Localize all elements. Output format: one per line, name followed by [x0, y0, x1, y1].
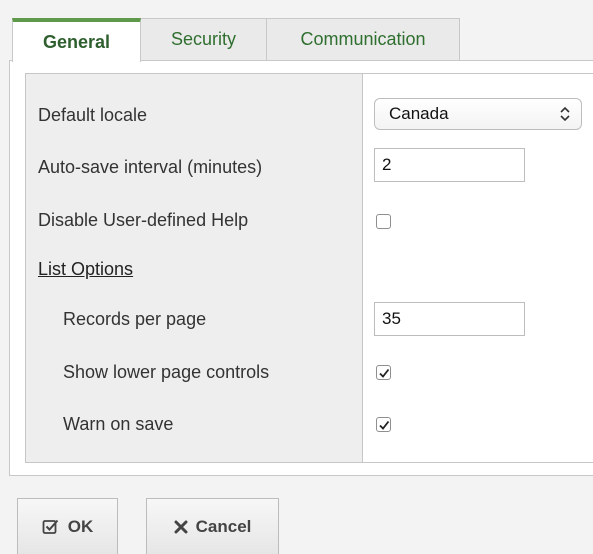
default-locale-select[interactable]: Canada	[374, 98, 582, 130]
cancel-button-label: Cancel	[195, 516, 252, 536]
settings-form: Default locale Canada Auto-save interval…	[25, 73, 593, 463]
records-per-page-input[interactable]: 35	[374, 302, 525, 336]
checkmark-icon	[379, 420, 390, 430]
tab-bar: General Security Communication	[12, 18, 460, 62]
tab-communication-label: Communication	[300, 29, 426, 49]
cancel-button[interactable]: Cancel	[146, 498, 279, 554]
autosave-value: 2	[382, 155, 392, 174]
tab-panel: Default locale Canada Auto-save interval…	[9, 60, 593, 476]
records-per-page-value: 35	[382, 309, 401, 328]
tab-general[interactable]: General	[12, 18, 141, 62]
checkmark-icon	[379, 368, 390, 378]
autosave-label: Auto-save interval (minutes)	[38, 157, 263, 177]
list-options-heading: List Options	[38, 259, 134, 279]
ok-button[interactable]: OK	[17, 498, 118, 554]
warn-on-save-label: Warn on save	[63, 414, 174, 434]
tab-communication[interactable]: Communication	[266, 18, 460, 60]
disable-help-label: Disable User-defined Help	[38, 210, 249, 230]
autosave-input[interactable]: 2	[374, 148, 525, 182]
tab-security[interactable]: Security	[140, 18, 267, 60]
records-per-page-label: Records per page	[63, 309, 207, 329]
chevron-updown-icon	[557, 103, 573, 125]
checkbox-icon	[42, 518, 60, 536]
show-lower-controls-label: Show lower page controls	[63, 362, 270, 382]
tab-general-label: General	[42, 31, 111, 52]
disable-help-checkbox[interactable]	[376, 214, 391, 229]
warn-on-save-checkbox[interactable]	[376, 417, 391, 432]
ok-button-label: OK	[67, 516, 94, 536]
default-locale-label: Default locale	[38, 105, 148, 125]
tab-security-label: Security	[170, 29, 237, 49]
show-lower-controls-checkbox[interactable]	[376, 365, 391, 380]
default-locale-value: Canada	[389, 104, 449, 123]
x-icon	[174, 520, 188, 534]
settings-dialog: General Security Communication Default l…	[0, 0, 593, 554]
